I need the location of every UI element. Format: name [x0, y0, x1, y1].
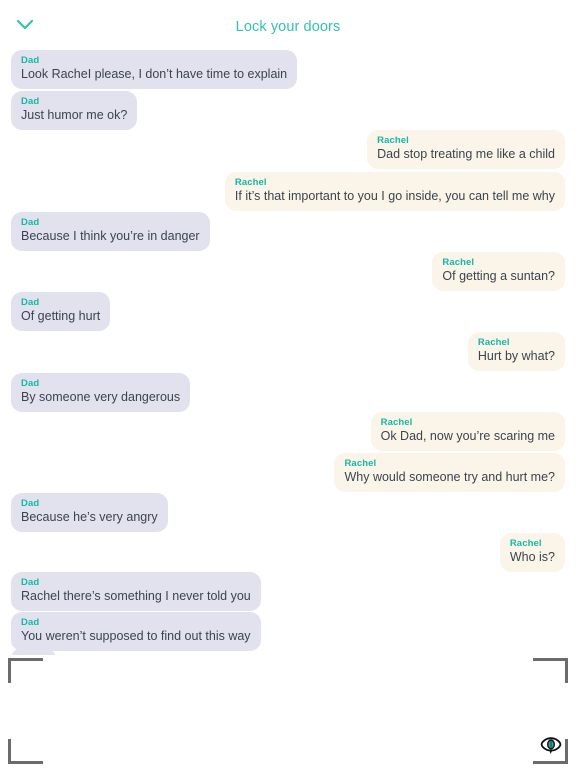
- message-row: Dad Because I think you’re in danger: [0, 212, 576, 251]
- message-row: Rachel Who is?: [0, 533, 576, 572]
- message-sender: Dad: [21, 577, 40, 588]
- message-text: Because I think you’re in danger: [21, 229, 200, 243]
- message-sender: Dad: [21, 297, 40, 308]
- frame-corner-top-right: [533, 658, 568, 683]
- message-bubble[interactable]: Rachel Who is?: [499, 533, 565, 572]
- message-text: Just humor me ok?: [21, 108, 128, 122]
- message-text: Of getting hurt: [21, 309, 101, 323]
- message-sender: Dad: [21, 217, 40, 228]
- frame-corner-bottom-left: [8, 739, 43, 764]
- message-bubble[interactable]: Dad Because he’s very angry: [11, 493, 168, 532]
- chat-scroll-area[interactable]: Dad Look RacheI please, I don’t have time…: [0, 0, 576, 660]
- message-text: If it’s that important to you I go insid…: [234, 189, 555, 203]
- message-text: Who is?: [509, 550, 555, 564]
- message-text: Because he’s very angry: [21, 510, 158, 524]
- message-sender: Rachel: [477, 337, 510, 348]
- frame-corner-top-left: [8, 658, 43, 683]
- message-sender: Dad: [21, 55, 40, 66]
- message-sender: Rachel: [509, 538, 542, 549]
- message-row: Dad You weren’t supposed to find out this…: [0, 612, 576, 651]
- message-sender: Rachel: [344, 458, 377, 469]
- message-bubble[interactable]: Dad You weren’t supposed to find out this…: [11, 612, 261, 651]
- eye-icon[interactable]: [538, 734, 564, 756]
- message-row: Rachel Of getting a suntan?: [0, 252, 576, 291]
- message-bubble[interactable]: Dad Look RacheI please, I don’t have time…: [11, 50, 298, 89]
- message-sender: Rachel: [442, 257, 475, 268]
- message-row: Dad Rachel there’s something I never told…: [0, 572, 576, 611]
- message-text: By someone very dangerous: [21, 390, 181, 404]
- message-sender: Rachel: [234, 177, 267, 188]
- message-row: Dad By someone very dangerous: [0, 373, 576, 412]
- message-sender: Rachel: [380, 417, 413, 428]
- message-row: Dad Because he’s very angry: [0, 493, 576, 532]
- message-sender: Dad: [21, 378, 40, 389]
- message-bubble[interactable]: Rachel Dad stop treating me like a child: [367, 130, 565, 169]
- message-row: Rachel If it’s that important to you I go…: [0, 172, 576, 211]
- message-bubble[interactable]: Rachel Ok Dad, now you’re scaring me: [370, 412, 565, 451]
- message-text: Rachel there’s something I never told yo…: [21, 589, 251, 603]
- message-sender: Rachel: [377, 135, 409, 146]
- message-row: Rachel Ok Dad, now you’re scaring me: [0, 412, 576, 451]
- screenshot-capture-frame: [0, 655, 576, 768]
- message-text: Look RacheI please, I don’t have time to…: [21, 67, 288, 81]
- page-title: Lock your doors: [235, 19, 341, 35]
- message-text: You weren’t supposed to find out this wa…: [21, 629, 251, 643]
- message-sender: Dad: [21, 96, 40, 107]
- message-text: Hurt by what?: [477, 349, 555, 363]
- message-thread: Dad Look RacheI please, I don’t have time…: [0, 0, 576, 660]
- message-sender: Dad: [21, 498, 40, 509]
- message-bubble[interactable]: Dad Of getting hurt: [11, 292, 111, 331]
- message-text: Dad stop treating me like a child: [377, 147, 555, 161]
- message-row: Dad Look RacheI please, I don’t have time…: [0, 50, 576, 89]
- message-sender: Dad: [21, 617, 40, 628]
- chat-header: Lock your doors: [0, 0, 576, 48]
- message-row: Rachel Dad stop treating me like a child: [0, 130, 576, 169]
- message-row: Rachel Hurt by what?: [0, 332, 576, 371]
- message-bubble[interactable]: Rachel Why would someone try and hurt me?: [334, 453, 565, 492]
- eye-glyph: [540, 736, 562, 754]
- message-bubble[interactable]: Dad Just humor me ok?: [11, 91, 138, 130]
- message-bubble[interactable]: Dad By someone very dangerous: [11, 373, 191, 412]
- message-bubble[interactable]: Rachel If it’s that important to you I go…: [224, 172, 565, 211]
- message-bubble[interactable]: Rachel Hurt by what?: [467, 332, 565, 371]
- message-bubble[interactable]: Dad Because I think you’re in danger: [11, 212, 210, 251]
- message-row: Dad Just humor me ok?: [0, 91, 576, 130]
- message-bubble[interactable]: Dad Rachel there’s something I never told…: [11, 572, 261, 611]
- message-row: Rachel Why would someone try and hurt me?: [0, 453, 576, 492]
- message-row: Dad Of getting hurt: [0, 292, 576, 331]
- message-text: Of getting a suntan?: [442, 269, 555, 283]
- message-text: Why would someone try and hurt me?: [344, 470, 555, 484]
- message-bubble[interactable]: Rachel Of getting a suntan?: [432, 252, 565, 291]
- message-text: Ok Dad, now you’re scaring me: [380, 429, 555, 443]
